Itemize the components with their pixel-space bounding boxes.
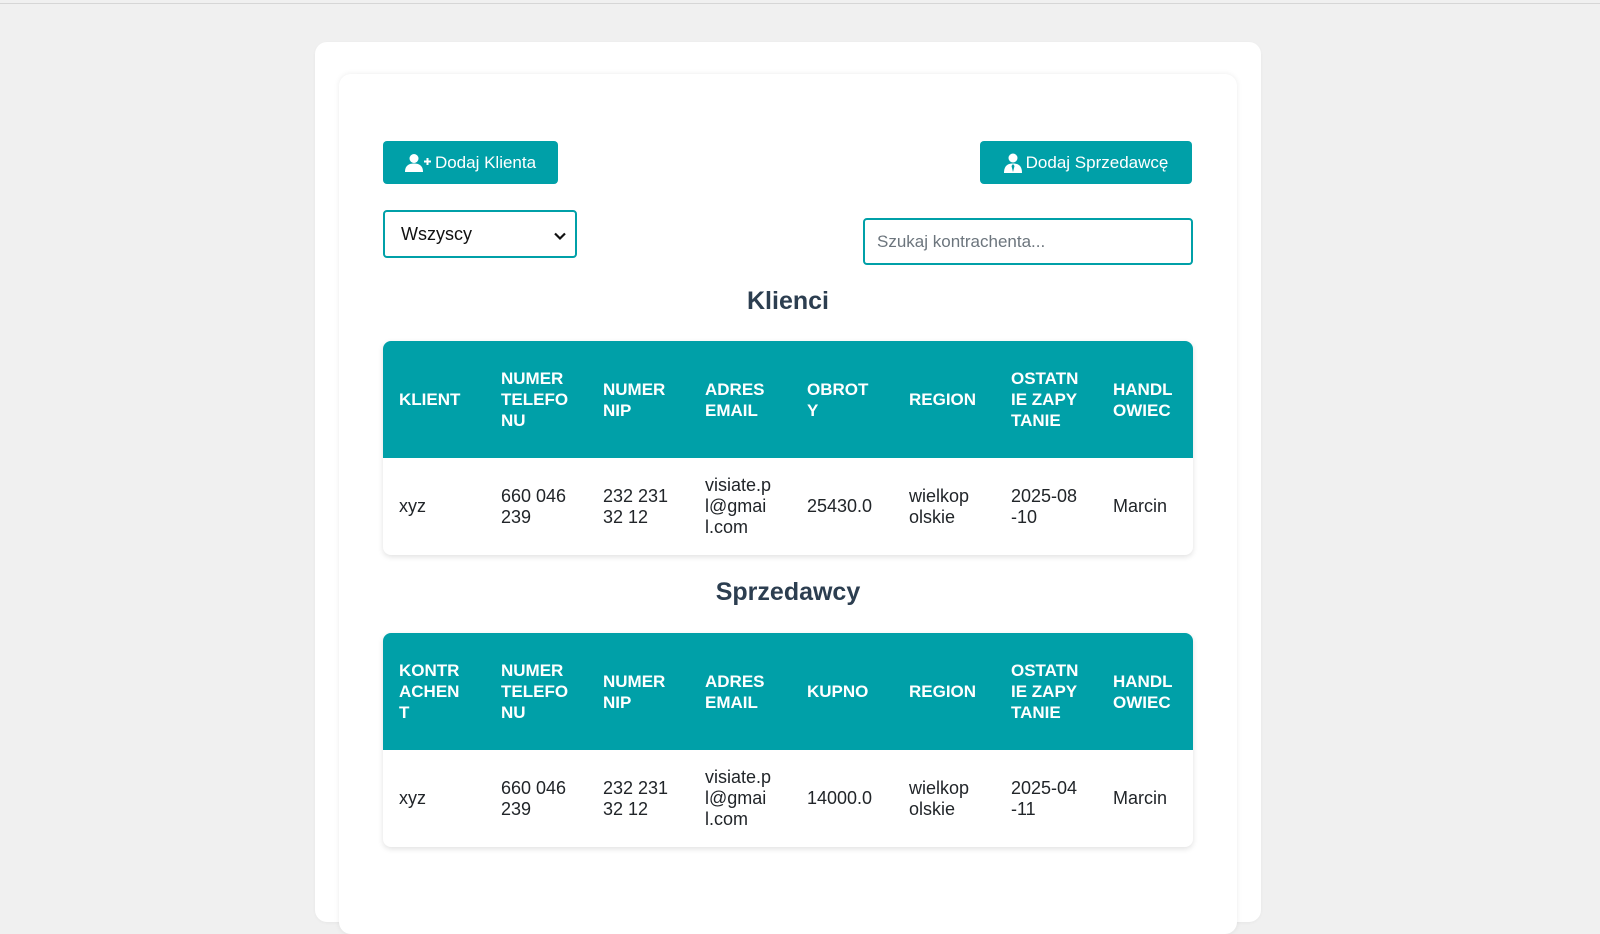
- table-cell: 660 046 239: [501, 777, 567, 819]
- column-header: OSTATNIE ZAPYTANIE: [1011, 369, 1079, 430]
- column-header: NUMER TELEFONU: [501, 661, 569, 722]
- column-header: NUMER NIP: [603, 379, 666, 420]
- table-cell: visiate.pl@gmail.com: [705, 475, 772, 537]
- table-cell: wielkopolskie: [909, 485, 970, 527]
- table-cell: xyz: [399, 496, 426, 516]
- column-header: ADRES EMAIL: [705, 379, 765, 420]
- table-cell: wielkopolskie: [909, 777, 970, 819]
- filter-select[interactable]: Wszyscy: [383, 210, 577, 258]
- column-header: KONTRACHENT: [399, 661, 460, 722]
- table-header-row: KLIENT NUMER TELEFONU NUMER NIP ADRES EM…: [383, 341, 1193, 458]
- column-header: HANDLOWIEC: [1113, 379, 1173, 420]
- add-client-label: Dodaj Klienta: [434, 152, 537, 172]
- table-cell: 660 046 239: [501, 485, 567, 527]
- table-cell: 232 231 32 12: [603, 777, 669, 819]
- table-cell: 14000.0: [807, 788, 873, 808]
- column-header: NUMER TELEFONU: [501, 369, 569, 430]
- column-header: HANDLOWIEC: [1113, 671, 1173, 712]
- column-header: OSTATNIE ZAPYTANIE: [1011, 661, 1079, 722]
- sellers-table: KONTRACHENT NUMER TELEFONU NUMER NIP ADR…: [383, 633, 1193, 847]
- table-cell: 25430.0: [807, 496, 873, 516]
- user-tie-icon: [1003, 153, 1022, 173]
- add-seller-button[interactable]: Dodaj Sprzedawcę: [980, 141, 1192, 184]
- table-row[interactable]: xyz 660 046 239 232 231 32 12 visiate.pl…: [383, 458, 1193, 555]
- column-header: REGION: [909, 390, 977, 409]
- table-cell: 2025-04-11: [1011, 777, 1078, 819]
- table-cell: xyz: [399, 788, 426, 808]
- search-input[interactable]: [863, 218, 1193, 265]
- sellers-section-title: Sprzedawcy: [715, 578, 861, 606]
- column-header: ADRES EMAIL: [705, 671, 765, 712]
- column-header: KUPNO: [807, 682, 869, 701]
- user-plus-icon: [404, 153, 431, 173]
- chevron-down-icon: [553, 227, 567, 248]
- table-cell: 2025-08-10: [1011, 485, 1078, 527]
- column-header: REGION: [909, 682, 977, 701]
- table-header-row: KONTRACHENT NUMER TELEFONU NUMER NIP ADR…: [383, 633, 1193, 750]
- table-cell: Marcin: [1113, 788, 1168, 808]
- column-header: NUMER NIP: [603, 671, 666, 712]
- table-cell: 232 231 32 12: [603, 485, 669, 527]
- top-divider: [0, 3, 1600, 4]
- filter-select-value: Wszyscy: [401, 223, 472, 244]
- table-cell: visiate.pl@gmail.com: [705, 767, 772, 829]
- table-row[interactable]: xyz 660 046 239 232 231 32 12 visiate.pl…: [383, 750, 1193, 847]
- clients-table: KLIENT NUMER TELEFONU NUMER NIP ADRES EM…: [383, 341, 1193, 555]
- column-header: KLIENT: [399, 390, 461, 409]
- table-cell: Marcin: [1113, 496, 1168, 516]
- column-header: OBROTY: [807, 379, 869, 420]
- clients-section-title: Klienci: [747, 287, 829, 315]
- add-seller-label: Dodaj Sprzedawcę: [1025, 152, 1169, 172]
- add-client-button[interactable]: Dodaj Klienta: [383, 141, 558, 184]
